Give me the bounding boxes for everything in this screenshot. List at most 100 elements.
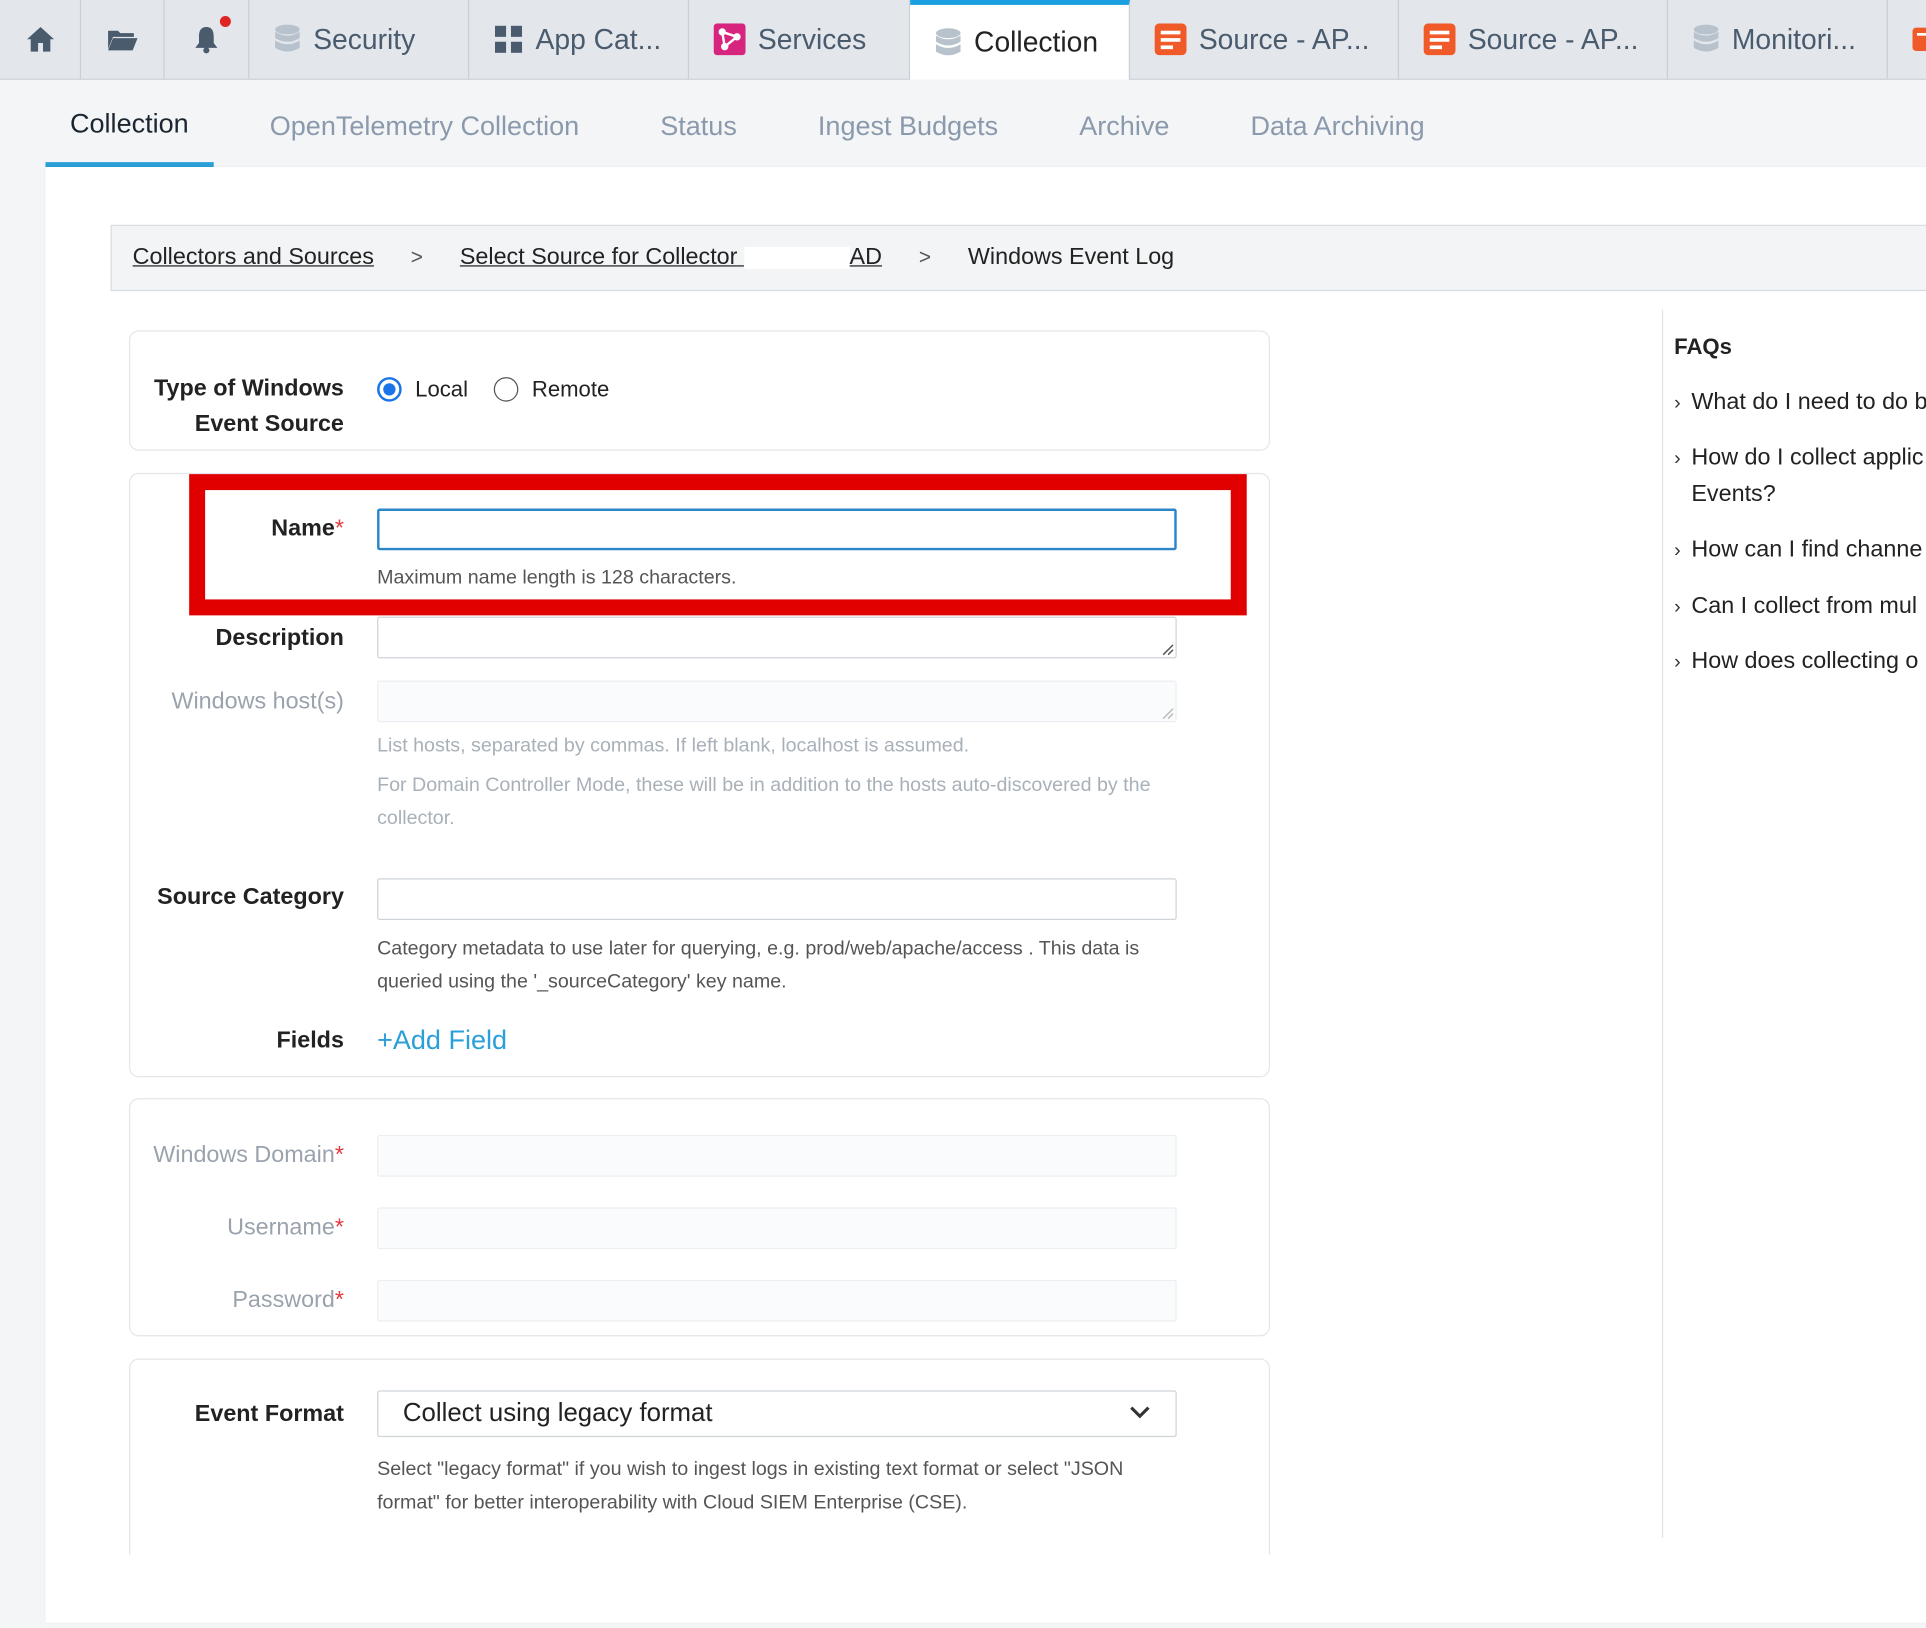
source-type-label-line2: Event Source <box>194 411 344 438</box>
name-label-text: Name <box>271 515 335 542</box>
tab-label: Source - AP... <box>1467 22 1639 55</box>
tab-label: Collection <box>974 25 1099 58</box>
username-label-text: Username <box>227 1214 335 1241</box>
required-marker: * <box>334 1214 344 1241</box>
chevron-down-icon <box>1130 1406 1150 1419</box>
fields-label: Fields <box>276 1028 344 1054</box>
source-type-label-line1: Type of Windows <box>153 375 344 402</box>
faq-item[interactable]: › What do I need to do b <box>1674 384 1926 422</box>
tab-monitoring[interactable]: Monitori... <box>1668 0 1888 79</box>
services-icon <box>713 23 746 56</box>
tab-folder[interactable] <box>81 0 165 79</box>
tab-collection[interactable]: Collection <box>910 0 1131 80</box>
source-category-input[interactable] <box>377 878 1177 920</box>
bell-icon <box>195 27 218 54</box>
resize-handle-icon[interactable] <box>1160 641 1175 656</box>
breadcrumb-separator: > <box>918 245 932 269</box>
tab-overflow[interactable] <box>1888 0 1926 79</box>
document-icon <box>1154 23 1187 56</box>
subtab-data-archiving[interactable]: Data Archiving <box>1226 86 1449 167</box>
resize-handle-icon <box>1162 708 1174 720</box>
database-icon <box>1693 24 1719 52</box>
breadcrumb-collector-suffix: AD <box>849 244 882 271</box>
source-category-label: Source Category <box>157 884 344 911</box>
subtab-label: Data Archiving <box>1250 110 1425 142</box>
subtab-ingest-budgets[interactable]: Ingest Budgets <box>793 86 1022 167</box>
database-icon <box>275 24 300 52</box>
faq-item[interactable]: › How do I collect applic Events? <box>1674 440 1926 514</box>
chevron-right-icon: › <box>1674 448 1681 470</box>
event-format-value: Collect using legacy format <box>402 1399 713 1428</box>
hosts-help-2: For Domain Controller Mode, these will b… <box>377 775 1151 830</box>
subtab-status[interactable]: Status <box>636 86 762 167</box>
tab-source-api-1[interactable]: Source - AP... <box>1130 0 1400 79</box>
breadcrumb-collectors-and-sources[interactable]: Collectors and Sources <box>133 244 374 271</box>
tab-source-api-2[interactable]: Source - AP... <box>1399 0 1669 79</box>
windows-domain-label: Windows Domain* <box>153 1142 344 1169</box>
required-marker: * <box>334 515 344 542</box>
windows-domain-label-text: Windows Domain <box>153 1142 335 1169</box>
database-icon <box>935 27 961 55</box>
faq-text: How does collecting o <box>1691 648 1919 675</box>
document-icon <box>1912 27 1926 51</box>
breadcrumb: Collectors and Sources > Select Source f… <box>110 224 1926 292</box>
event-format-label: Event Format <box>194 1401 344 1428</box>
faq-text: How can I find channe <box>1691 536 1923 563</box>
sub-navigation: Collection OpenTelemetry Collection Stat… <box>45 86 1481 168</box>
faq-text: How do I collect applic <box>1691 444 1924 471</box>
windows-domain-input <box>377 1134 1177 1177</box>
hosts-input <box>377 680 1177 723</box>
subtab-label: Archive <box>1079 110 1170 142</box>
tab-notifications[interactable] <box>165 0 250 79</box>
notification-badge <box>219 15 231 28</box>
event-format-help: Select "legacy format" if you wish to in… <box>377 1459 1124 1514</box>
hosts-help-1: List hosts, separated by commas. If left… <box>377 735 970 757</box>
home-icon <box>26 27 54 52</box>
faq-item[interactable]: › How can I find channe <box>1674 532 1926 570</box>
subtab-label: Ingest Budgets <box>817 110 999 142</box>
name-input[interactable] <box>377 508 1177 551</box>
tab-home[interactable] <box>0 0 82 79</box>
tab-services[interactable]: Services <box>689 0 911 79</box>
subtab-archive[interactable]: Archive <box>1055 86 1194 167</box>
required-marker: * <box>334 1142 344 1169</box>
tab-label: App Cat... <box>535 22 662 55</box>
username-input <box>377 1207 1177 1250</box>
subtab-label: OpenTelemetry Collection <box>269 110 580 142</box>
description-field-wrap <box>377 616 1177 659</box>
chevron-right-icon: › <box>1674 540 1681 562</box>
description-label: Description <box>215 625 344 651</box>
chevron-right-icon: › <box>1674 393 1681 414</box>
credentials-card: Windows Domain* Username* Password* <box>128 1098 1271 1337</box>
tab-security[interactable]: Security <box>249 0 470 79</box>
tab-app-catalog[interactable]: App Cat... <box>469 0 690 79</box>
password-label-text: Password <box>232 1287 335 1314</box>
subtab-opentelemetry-collection[interactable]: OpenTelemetry Collection <box>245 86 604 167</box>
event-format-select[interactable]: Collect using legacy format <box>377 1390 1177 1438</box>
description-input[interactable] <box>377 616 1177 659</box>
event-format-card: Event Format Collect using legacy format… <box>128 1358 1271 1556</box>
faq-item[interactable]: › How does collecting o <box>1674 644 1926 682</box>
radio-local-label: Local <box>415 377 469 402</box>
password-label: Password* <box>232 1287 344 1314</box>
folder-icon <box>107 30 137 51</box>
hosts-label: Windows host(s) <box>171 689 344 715</box>
radio-remote[interactable] <box>493 377 519 402</box>
hosts-field-wrap <box>377 680 1177 723</box>
subtab-collection[interactable]: Collection <box>45 86 214 168</box>
source-category-help: Category metadata to use later for query… <box>377 938 1140 993</box>
username-label: Username* <box>227 1215 344 1242</box>
breadcrumb-select-source-label: Select Source for Collector <box>459 244 738 271</box>
radio-local[interactable] <box>377 377 402 402</box>
source-type-label: Type of Windows Event Source <box>154 371 344 442</box>
chevron-right-icon: › <box>1674 652 1681 674</box>
content-panel: Collectors and Sources > Select Source f… <box>45 167 1926 1623</box>
subtab-label: Collection <box>70 108 189 139</box>
name-label: Name* <box>271 516 344 543</box>
breadcrumb-select-source[interactable]: Select Source for Collector AD <box>460 244 882 271</box>
breadcrumb-current: Windows Event Log <box>967 244 1175 271</box>
chevron-right-icon: › <box>1674 596 1681 618</box>
faq-item[interactable]: › Can I collect from mul <box>1674 588 1926 626</box>
subtab-label: Status <box>660 110 737 142</box>
add-field-link[interactable]: +Add Field <box>377 1024 507 1056</box>
